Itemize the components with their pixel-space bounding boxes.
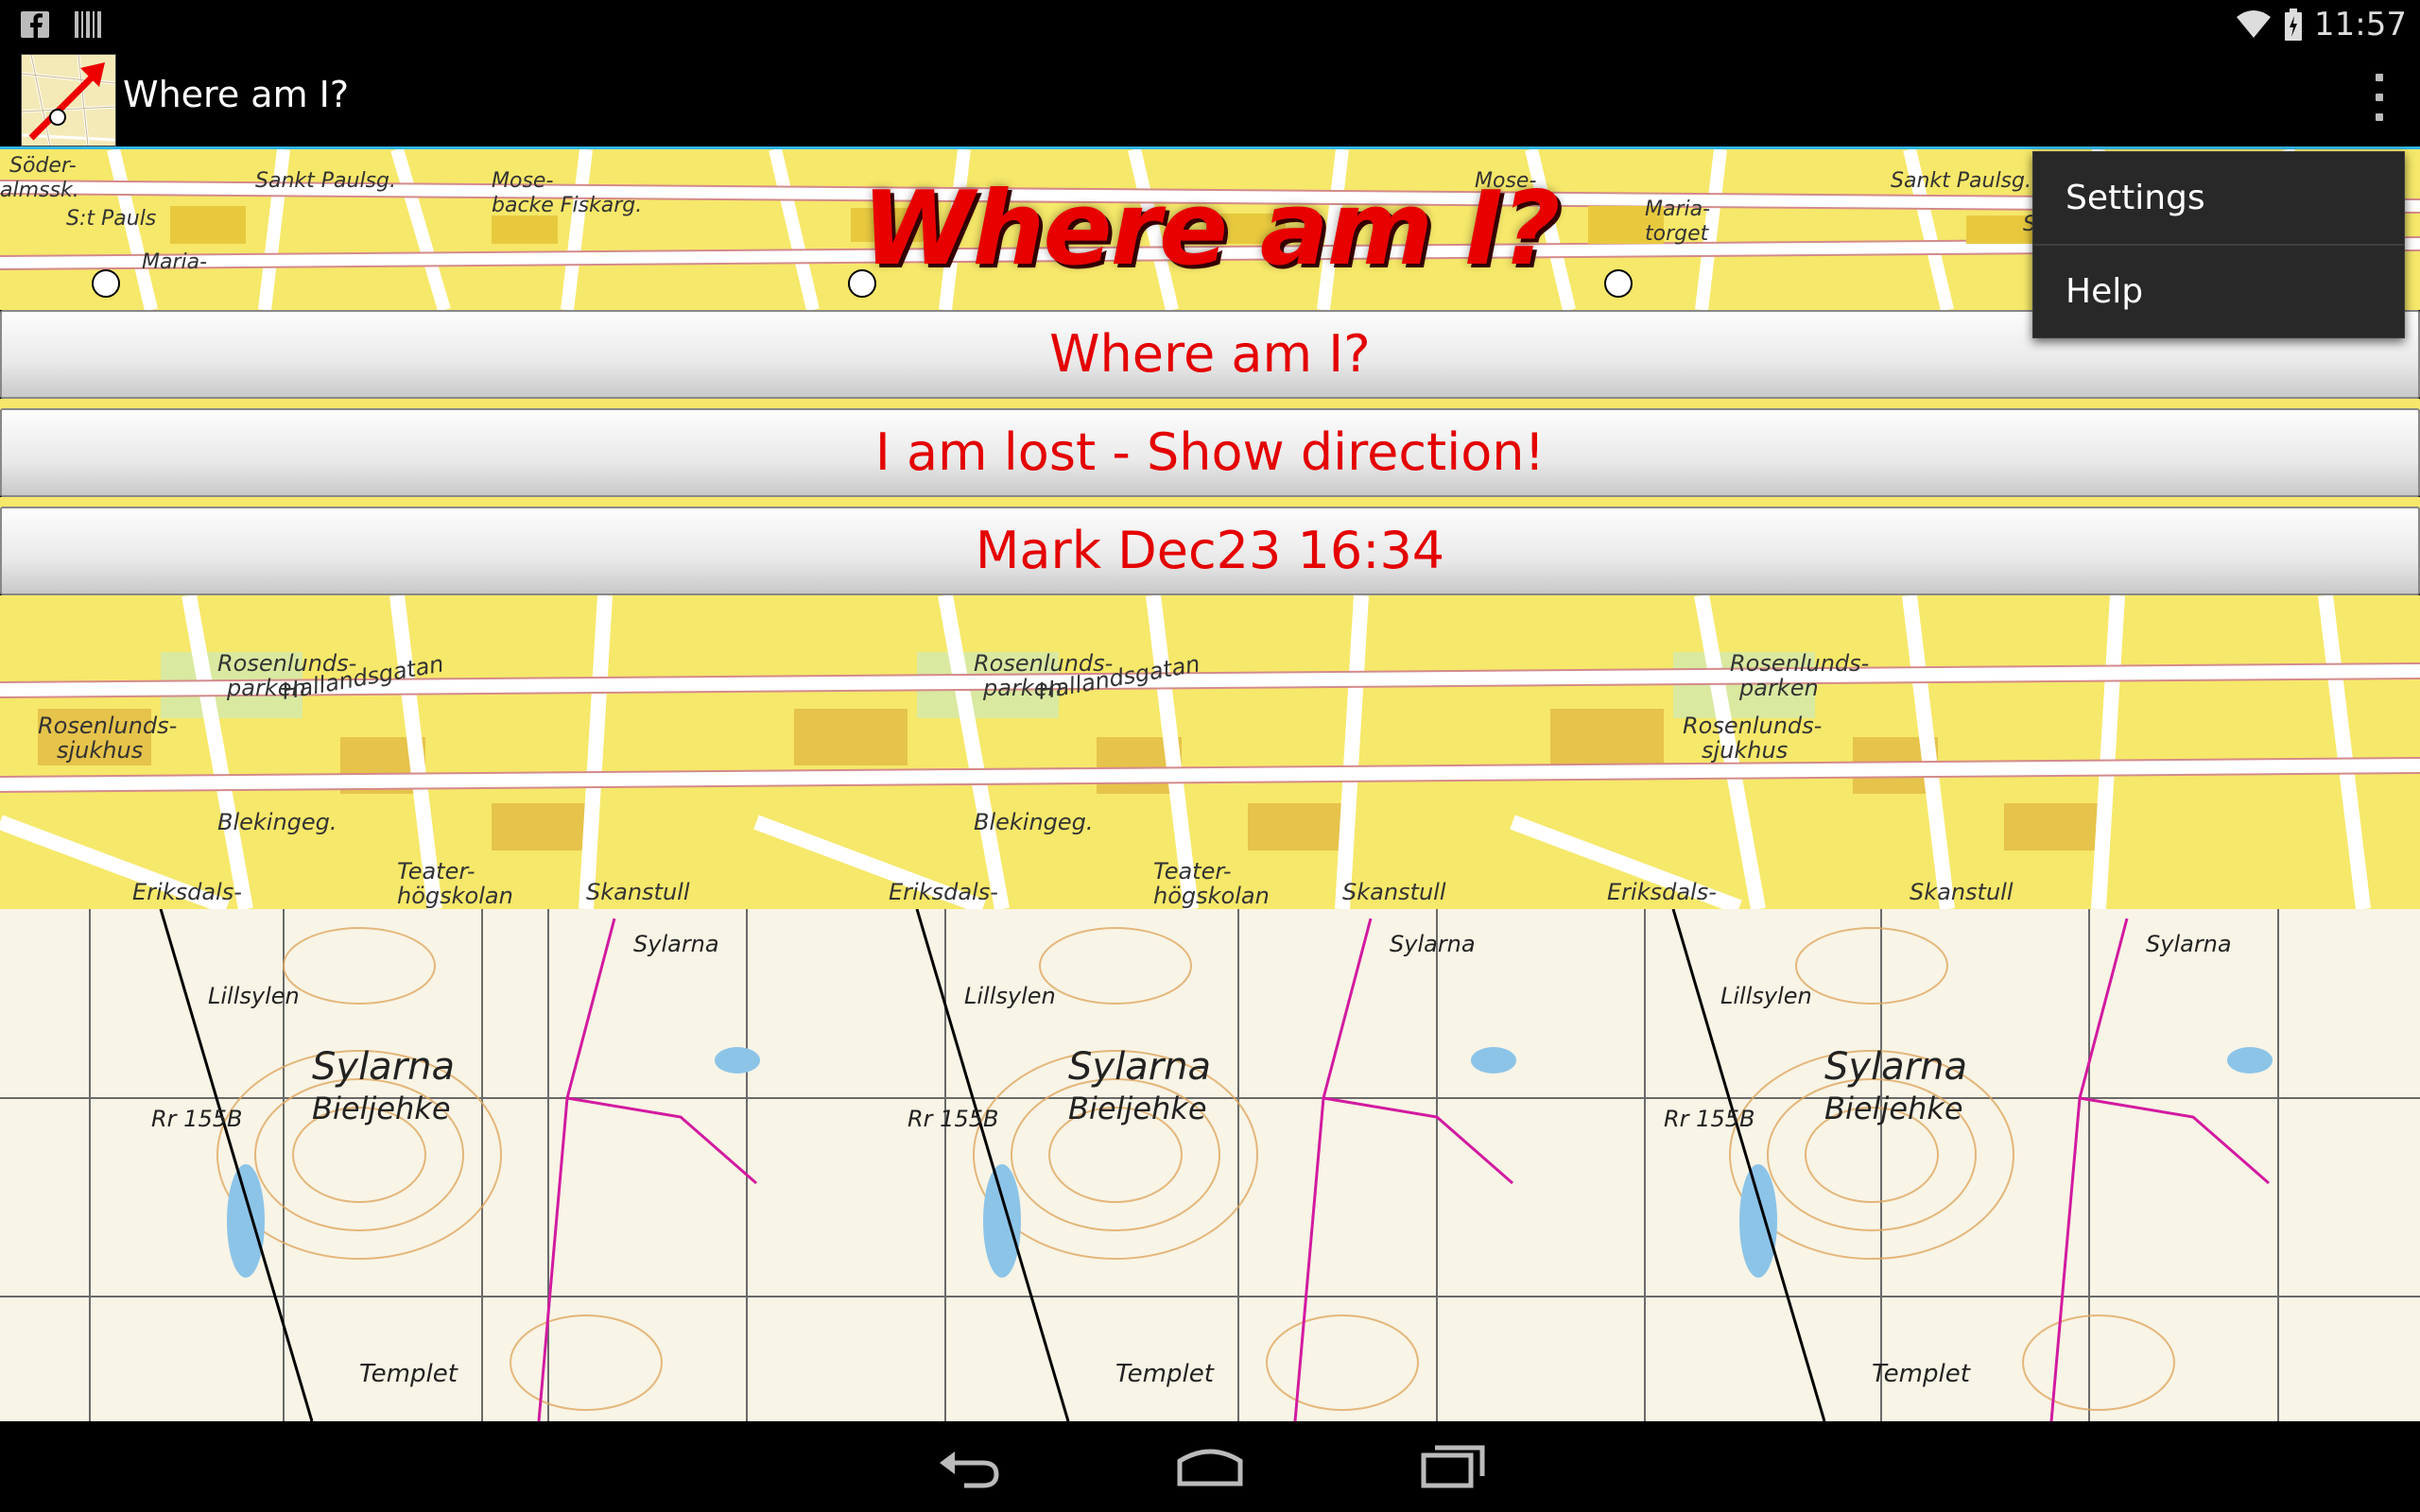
main-content: Söder-almssk. S:t Pauls Maria- Sankt Paul…: [0, 149, 2420, 1421]
svg-text:Skanstull: Skanstull: [1342, 879, 1446, 905]
facebook-icon: [21, 11, 49, 38]
status-bar: 11:57: [0, 0, 2420, 47]
svg-text:Templet: Templet: [1115, 1360, 1215, 1388]
app-logo-icon[interactable]: [21, 54, 116, 146]
svg-text:Rr 155B: Rr 155B: [1664, 1106, 1754, 1132]
show-direction-button[interactable]: I am lost - Show direction!: [0, 408, 2420, 497]
svg-text:Rosenlunds-: Rosenlunds-: [38, 713, 177, 739]
svg-text:högskolan: högskolan: [1153, 883, 1270, 909]
wifi-icon: [2237, 10, 2272, 38]
svg-text:parken: parken: [1738, 675, 1819, 701]
svg-text:Lillsylen: Lillsylen: [964, 983, 1056, 1009]
svg-text:Sylarna: Sylarna: [2146, 931, 2232, 957]
svg-text:Bieljehke: Bieljehke: [1068, 1091, 1207, 1126]
status-clock: 11:57: [2314, 6, 2407, 43]
svg-text:Blekingeg.: Blekingeg.: [974, 809, 1094, 835]
svg-text:Teater-: Teater-: [1153, 858, 1232, 885]
mark-position-button[interactable]: Mark Dec23 16:34: [0, 507, 2420, 595]
menu-item-help[interactable]: Help: [2033, 246, 2404, 337]
svg-text:Sylarna: Sylarna: [1390, 931, 1476, 957]
overflow-menu-icon[interactable]: [2356, 68, 2403, 127]
city-map-background-middle: Rosenlunds-parken Rosenlunds-sjukhus Hal…: [0, 595, 2420, 909]
svg-text:Sylarna: Sylarna: [1068, 1045, 1211, 1089]
battery-icon: [2285, 9, 2303, 41]
svg-text:sjukhus: sjukhus: [57, 737, 143, 764]
recent-apps-icon[interactable]: [1420, 1442, 1486, 1489]
svg-text:Rr 155B: Rr 155B: [151, 1106, 242, 1132]
svg-text:Lillsylen: Lillsylen: [208, 983, 300, 1009]
svg-text:Bieljehke: Bieljehke: [312, 1091, 451, 1126]
menu-item-settings[interactable]: Settings: [2033, 152, 2404, 244]
action-bar: Where am I?: [0, 47, 2420, 149]
svg-text:Bieljehke: Bieljehke: [1824, 1091, 1963, 1126]
svg-text:Sylarna: Sylarna: [312, 1045, 455, 1089]
svg-text:Eriksdals-: Eriksdals-: [889, 879, 998, 905]
svg-text:Rr 155B: Rr 155B: [908, 1106, 998, 1132]
svg-text:Sylarna: Sylarna: [633, 931, 719, 957]
svg-text:Skanstull: Skanstull: [1910, 879, 2014, 905]
svg-text:Eriksdals-: Eriksdals-: [1607, 879, 1717, 905]
svg-text:Skanstull: Skanstull: [586, 879, 690, 905]
svg-text:Blekingeg.: Blekingeg.: [217, 809, 337, 835]
svg-text:Templet: Templet: [359, 1360, 458, 1388]
svg-text:Templet: Templet: [1872, 1360, 1971, 1388]
svg-text:Rosenlunds-: Rosenlunds-: [1683, 713, 1822, 739]
svg-text:Eriksdals-: Eriksdals-: [132, 879, 242, 905]
back-icon[interactable]: [936, 1442, 1002, 1489]
svg-text:högskolan: högskolan: [397, 883, 513, 909]
barcode-icon: [75, 11, 101, 38]
home-icon[interactable]: [1176, 1442, 1244, 1489]
svg-text:sjukhus: sjukhus: [1702, 737, 1788, 764]
svg-text:Sylarna: Sylarna: [1824, 1045, 1967, 1089]
navigation-bar: [0, 1421, 2420, 1512]
svg-text:Rosenlunds-: Rosenlunds-: [1730, 650, 1869, 677]
svg-text:Lillsylen: Lillsylen: [1720, 983, 1812, 1009]
svg-text:Teater-: Teater-: [397, 858, 475, 885]
app-title: Where am I?: [123, 74, 350, 115]
overflow-menu: Settings Help: [2032, 151, 2405, 338]
topo-map-background: Sylarna Bieljehke Sylarna Bieljehke Sylarn…: [0, 909, 2420, 1421]
